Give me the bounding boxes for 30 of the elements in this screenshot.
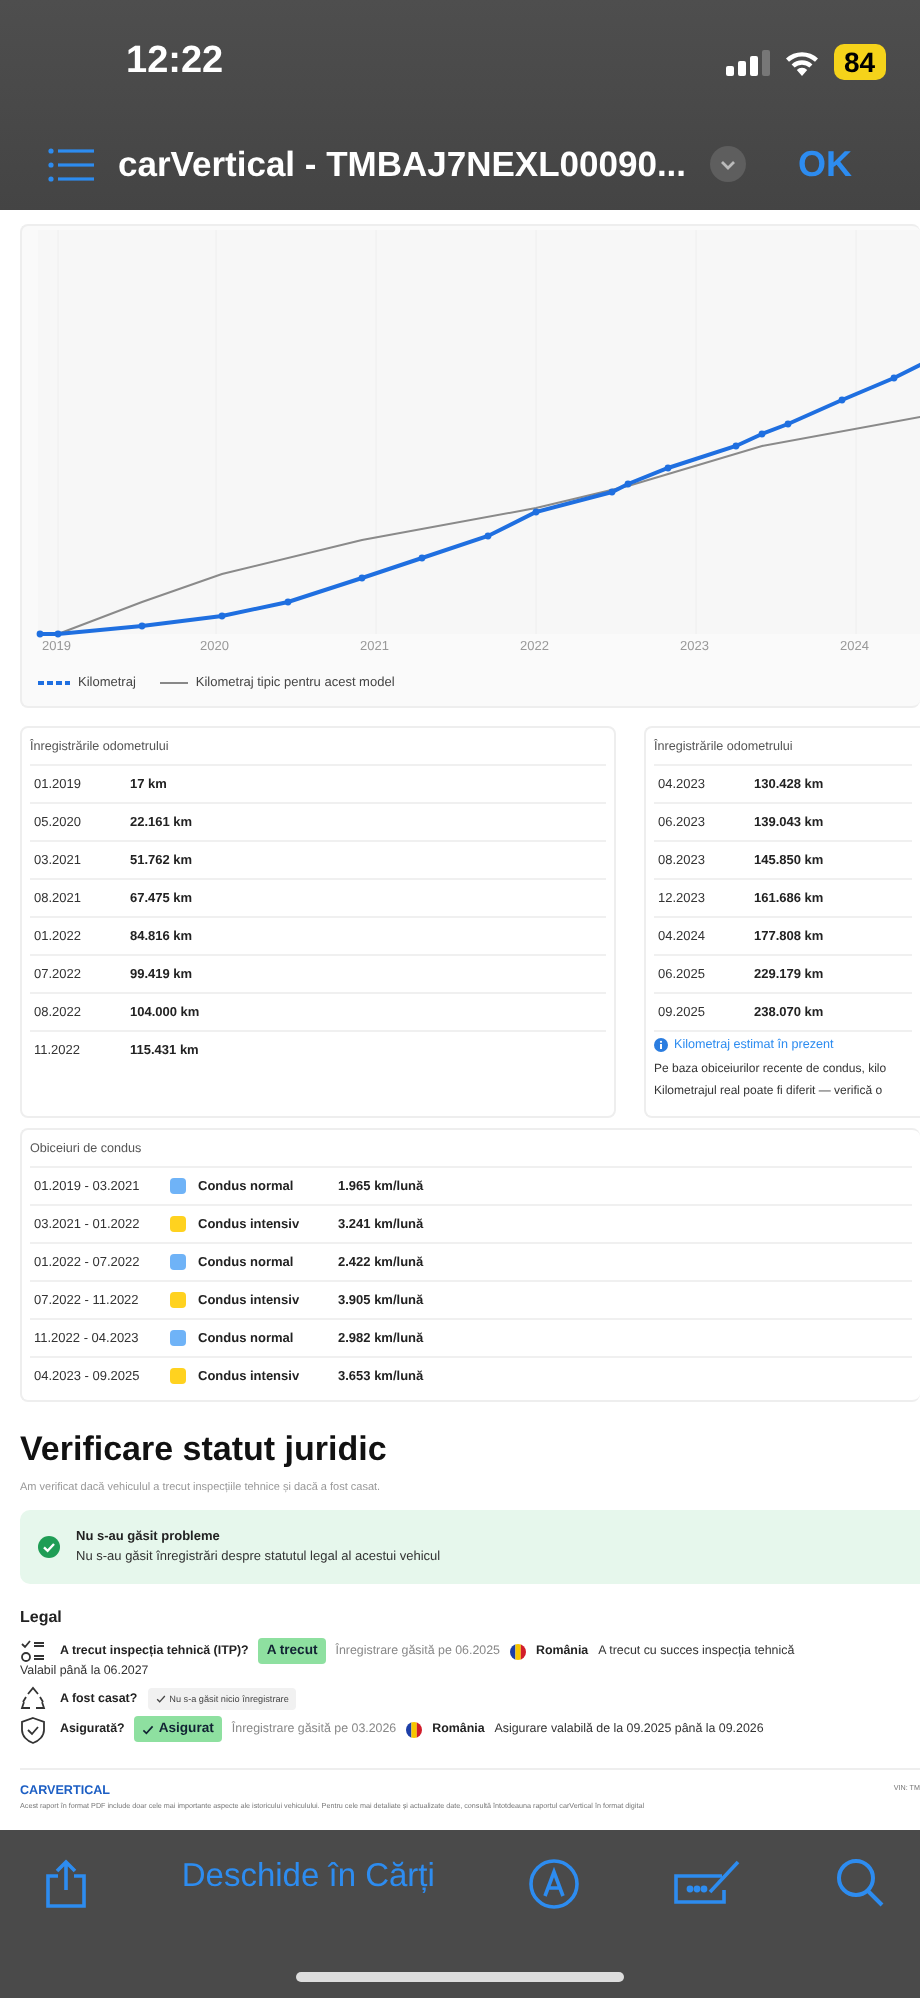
check-icon <box>142 1723 155 1735</box>
search-icon <box>836 1858 884 1908</box>
section-title: Verificare statut juridic <box>20 1430 389 1470</box>
document-title: carVertical - TMBAJ7NEXL00090... <box>118 143 687 185</box>
signature-icon <box>674 1858 743 1906</box>
wifi-icon <box>784 49 820 75</box>
share-button[interactable] <box>44 1858 88 1910</box>
status-time: 12:22 <box>126 40 226 84</box>
search-button[interactable] <box>836 1858 884 1908</box>
recycle-icon <box>20 1686 46 1712</box>
legend-dashed-line-icon <box>38 680 70 686</box>
signal-icon <box>726 49 770 75</box>
legend-line-icon <box>159 680 188 686</box>
share-icon <box>44 1858 88 1910</box>
check-circle-icon <box>38 1536 60 1558</box>
checklist-icon <box>20 1638 46 1664</box>
signature-button[interactable] <box>674 1858 743 1906</box>
pen-tip-icon <box>528 1858 581 1910</box>
flag-icon <box>406 1721 423 1737</box>
battery-level: 84 <box>834 44 886 80</box>
check-icon <box>155 1694 166 1704</box>
chevron-down-icon[interactable] <box>710 146 747 182</box>
markup-button[interactable] <box>528 1858 581 1910</box>
open-in-books-button[interactable]: Deschide în Cărți <box>181 1858 435 1896</box>
flag-icon <box>509 1643 526 1659</box>
ok-button[interactable]: OK <box>798 143 853 185</box>
menu-icon[interactable] <box>48 147 94 181</box>
shield-check-icon <box>20 1715 46 1743</box>
info-icon <box>654 1038 668 1052</box>
subsection-heading: Legal <box>20 1608 64 1626</box>
